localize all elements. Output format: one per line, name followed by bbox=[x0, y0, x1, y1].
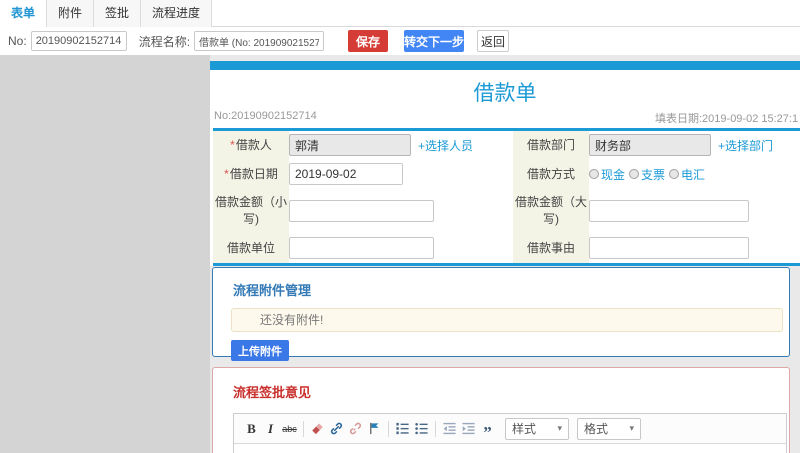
attachments-panel: 流程附件管理 还没有附件! 上传附件 bbox=[212, 267, 790, 361]
italic-icon[interactable]: I bbox=[262, 419, 279, 439]
screen: 表单 附件 签批 流程进度 No: 流程名称: 保存 转交下一步 返回 借款单 … bbox=[0, 0, 800, 453]
no-input[interactable] bbox=[30, 31, 127, 51]
format-select[interactable]: 格式 ▾ bbox=[577, 417, 641, 440]
caret-down-icon: ▾ bbox=[557, 423, 562, 433]
required-marker: * bbox=[224, 166, 229, 181]
panel-top-bar bbox=[210, 61, 800, 70]
amount-upper-label: 借款金额（大写) bbox=[513, 189, 589, 233]
radio-button-icon bbox=[669, 169, 680, 179]
radio-wire[interactable]: 电汇 bbox=[669, 166, 705, 183]
editor-toolbar: B I abc ” 样式 ▾ 格式 ▾ bbox=[234, 414, 786, 444]
styles-select[interactable]: 样式 ▾ bbox=[505, 417, 569, 440]
approval-heading: 流程签批意见 bbox=[233, 385, 312, 400]
no-attachments-alert: 还没有附件! bbox=[231, 308, 783, 332]
borrow-reason-field bbox=[589, 233, 800, 263]
link-icon[interactable] bbox=[328, 419, 345, 439]
caret-down-icon: ▾ bbox=[629, 423, 634, 433]
radio-cash[interactable]: 现金 bbox=[589, 166, 625, 183]
form-title: 借款单 bbox=[473, 82, 537, 105]
form-meta-row: No:20190902152714 填表日期:2019-09-02 15:27:… bbox=[210, 106, 800, 128]
borrower-field: +选择人员 bbox=[289, 131, 513, 159]
borrow-unit-label: 借款单位 bbox=[213, 233, 289, 263]
tab-attachments[interactable]: 附件 bbox=[47, 0, 95, 27]
fill-date: 填表日期:2019-09-02 15:27:1 bbox=[655, 113, 799, 125]
unlink-icon[interactable] bbox=[347, 419, 364, 439]
toolbar-separator bbox=[303, 420, 304, 437]
borrow-method-field: 现金 支票 电汇 bbox=[589, 159, 800, 189]
toolbar-separator bbox=[388, 420, 389, 437]
required-marker: * bbox=[230, 137, 235, 152]
borrow-reason-label: 借款事由 bbox=[513, 233, 589, 263]
toolbar-separator bbox=[435, 420, 436, 437]
strikethrough-icon[interactable]: abc bbox=[281, 419, 298, 439]
borrower-label: * 借款人 bbox=[213, 131, 289, 159]
borrow-date-input[interactable] bbox=[289, 163, 403, 185]
department-field: +选择部门 bbox=[589, 131, 800, 159]
borrow-unit-input[interactable] bbox=[289, 237, 434, 259]
amount-upper-input[interactable] bbox=[589, 200, 749, 222]
amount-lower-field bbox=[289, 189, 513, 233]
rich-text-editor: B I abc ” 样式 ▾ 格式 ▾ bbox=[233, 413, 787, 453]
anchor-flag-icon[interactable] bbox=[366, 419, 383, 439]
radio-button-icon bbox=[589, 169, 599, 179]
approval-panel: 流程签批意见 B I abc ” 样式 ▾ 格式 ▾ bbox=[212, 367, 790, 453]
tab-approval[interactable]: 签批 bbox=[94, 0, 142, 27]
remove-format-icon[interactable] bbox=[309, 419, 326, 439]
radio-check[interactable]: 支票 bbox=[629, 166, 665, 183]
transfer-next-step-button[interactable]: 转交下一步 bbox=[404, 30, 464, 52]
borrower-input[interactable] bbox=[289, 134, 411, 156]
upload-attachment-button[interactable]: 上传附件 bbox=[231, 340, 289, 361]
bold-icon[interactable]: B bbox=[243, 419, 260, 439]
radio-button-icon bbox=[629, 169, 640, 179]
indent-icon[interactable] bbox=[460, 419, 477, 439]
loan-form-panel: 借款单 No:20190902152714 填表日期:2019-09-02 15… bbox=[210, 61, 800, 266]
no-label: No: bbox=[8, 34, 27, 48]
select-department-link[interactable]: +选择部门 bbox=[718, 137, 773, 154]
numbered-list-icon[interactable] bbox=[394, 419, 411, 439]
amount-lower-input[interactable] bbox=[289, 200, 434, 222]
department-input[interactable] bbox=[589, 134, 711, 156]
borrow-unit-field bbox=[289, 233, 513, 263]
attachments-heading: 流程附件管理 bbox=[233, 283, 312, 298]
tab-bar: 表单 附件 签批 流程进度 bbox=[0, 0, 800, 27]
content-area: 借款单 No:20190902152714 填表日期:2019-09-02 15… bbox=[210, 55, 800, 453]
tab-form[interactable]: 表单 bbox=[0, 0, 48, 27]
process-name-input[interactable] bbox=[194, 31, 325, 51]
amount-upper-field bbox=[589, 189, 800, 233]
borrow-method-label: 借款方式 bbox=[513, 159, 589, 189]
outdent-icon[interactable] bbox=[441, 419, 458, 439]
department-label: 借款部门 bbox=[513, 131, 589, 159]
blockquote-icon[interactable]: ” bbox=[479, 419, 496, 441]
loan-form-table: * 借款人 +选择人员 借款部门 +选择部门 * 借款日期 bbox=[213, 128, 800, 266]
save-button[interactable]: 保存 bbox=[348, 30, 389, 52]
borrow-reason-input[interactable] bbox=[589, 237, 749, 259]
process-name-label: 流程名称: bbox=[138, 34, 191, 49]
doc-number: No:20190902152714 bbox=[214, 110, 317, 122]
back-button[interactable]: 返回 bbox=[477, 30, 510, 52]
amount-lower-label: 借款金额（小写) bbox=[213, 189, 289, 233]
action-toolbar: No: 流程名称: 保存 转交下一步 返回 bbox=[0, 27, 800, 55]
bullet-list-icon[interactable] bbox=[413, 419, 430, 439]
tab-progress[interactable]: 流程进度 bbox=[141, 0, 213, 27]
borrow-date-label: * 借款日期 bbox=[213, 159, 289, 189]
select-person-link[interactable]: +选择人员 bbox=[418, 137, 473, 154]
borrow-date-field bbox=[289, 159, 513, 189]
editor-content[interactable] bbox=[234, 444, 786, 453]
